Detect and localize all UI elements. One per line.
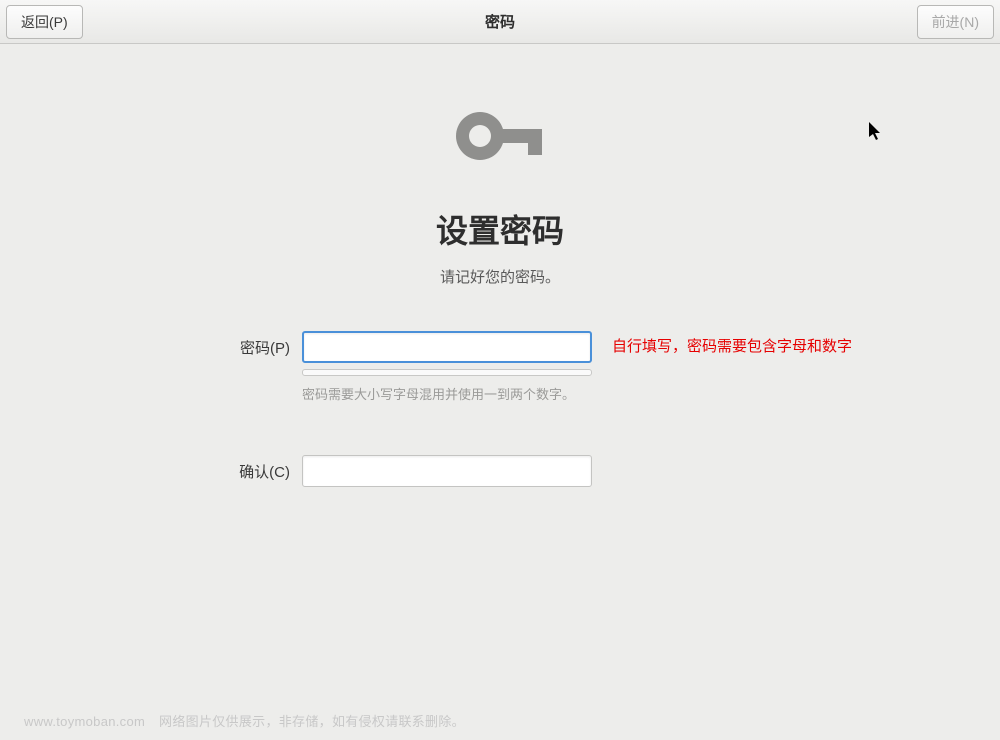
back-button[interactable]: 返回(P) [6, 5, 83, 39]
titlebar: 返回(P) 密码 前进(N) [0, 0, 1000, 44]
footer-domain: www.toymoban.com [24, 714, 145, 729]
footer-notice: 网络图片仅供展示，非存储，如有侵权请联系删除。 [159, 714, 465, 729]
password-label: 密码(P) [180, 331, 302, 358]
page-heading: 设置密码 [436, 206, 564, 252]
confirm-input[interactable] [302, 455, 592, 487]
page-subtitle: 请记好您的密码。 [440, 266, 560, 287]
password-row: 密码(P) 密码需要大小写字母混用并使用一到两个数字。 自行填写，密码需要包含字… [180, 331, 820, 403]
password-input[interactable] [302, 331, 592, 363]
password-strength-bar [302, 369, 592, 376]
password-hint: 密码需要大小写字母混用并使用一到两个数字。 [302, 384, 592, 403]
mouse-cursor-icon [869, 122, 883, 142]
forward-button[interactable]: 前进(N) [917, 5, 994, 39]
password-annotation: 自行填写，密码需要包含字母和数字 [612, 335, 852, 356]
window-title: 密码 [485, 11, 515, 32]
key-icon [450, 96, 550, 176]
main-content: 设置密码 请记好您的密码。 密码(P) 密码需要大小写字母混用并使用一到两个数字… [0, 44, 1000, 696]
confirm-row: 确认(C) [180, 455, 820, 487]
footer-watermark: www.toymoban.com 网络图片仅供展示，非存储，如有侵权请联系删除。 [24, 711, 465, 730]
confirm-label: 确认(C) [180, 455, 302, 482]
